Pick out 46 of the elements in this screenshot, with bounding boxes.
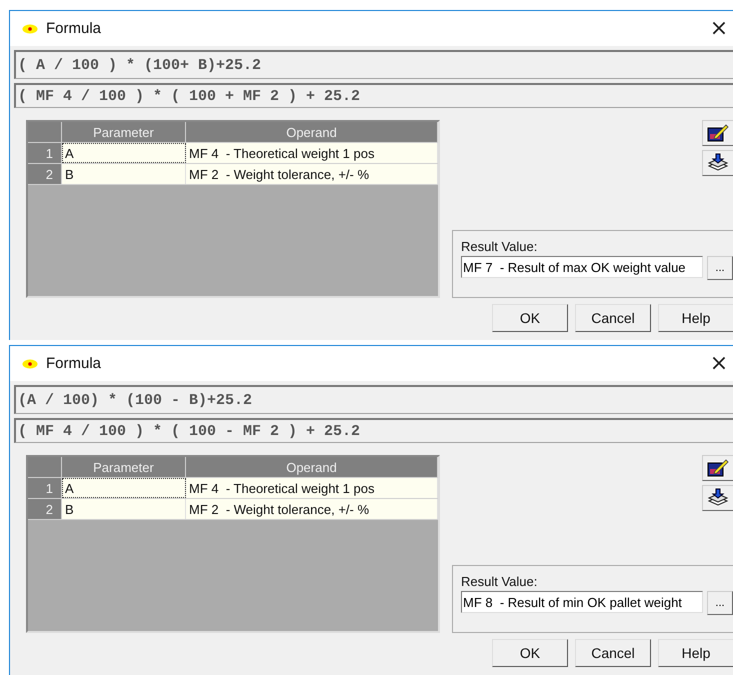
edit-icon [707,124,729,142]
dialog-button[interactable]: OK [492,639,568,667]
formula-field[interactable]: ( A / 100 ) * (100+ B)+25.2 [14,50,733,79]
row-number: 1 [28,478,62,498]
column-header: Parameter [62,457,186,477]
parameter-cell[interactable]: B [62,499,186,519]
parameter-cell[interactable]: A [62,478,186,498]
dialog-button[interactable]: Cancel [575,304,651,332]
app-icon [22,358,38,368]
dialog-button[interactable]: Help [658,639,733,667]
operand-cell[interactable]: MF 2 - Weight tolerance, +/- % [186,164,438,184]
edit-button[interactable] [702,455,733,481]
operand-cell[interactable]: MF 2 - Weight tolerance, +/- % [186,499,438,519]
row-number: 2 [28,164,62,184]
window-title: Formula [46,355,102,372]
stack-icon [707,488,729,508]
browse-button[interactable]: ... [707,256,733,280]
result-label: Result Value: [461,239,538,254]
close-button[interactable]: × [704,348,733,378]
close-button[interactable]: × [704,14,733,44]
result-field[interactable]: MF 8 - Result of min OK pallet weight [461,591,703,613]
edit-button[interactable] [702,120,733,146]
result-label: Result Value: [461,574,538,589]
row-number: 2 [28,499,62,519]
expanded-formula-field: ( MF 4 / 100 ) * ( 100 - MF 2 ) + 25.2 [14,418,733,443]
edit-icon [707,459,729,477]
column-header: Parameter [62,122,186,142]
dialog-button[interactable]: Help [658,304,733,332]
browse-button[interactable]: ... [707,591,733,615]
app-icon [22,24,38,34]
dialog-button[interactable]: Cancel [575,639,651,667]
expanded-formula-field: ( MF 4 / 100 ) * ( 100 + MF 2 ) + 25.2 [14,83,733,108]
row-number: 1 [28,143,62,163]
import-button[interactable] [702,485,733,511]
stack-icon [707,153,729,173]
import-button[interactable] [702,150,733,176]
parameter-cell[interactable]: A [62,143,186,163]
operand-cell[interactable]: MF 4 - Theoretical weight 1 pos [186,478,438,498]
column-header: Operand [186,122,438,142]
window-title: Formula [46,20,102,37]
dialog-button[interactable]: OK [492,304,568,332]
result-field[interactable]: MF 7 - Result of max OK weight value [461,256,703,278]
parameter-cell[interactable]: B [62,164,186,184]
formula-field[interactable]: (A / 100) * (100 - B)+25.2 [14,385,733,414]
column-header: Operand [186,457,438,477]
operand-cell[interactable]: MF 4 - Theoretical weight 1 pos [186,143,438,163]
